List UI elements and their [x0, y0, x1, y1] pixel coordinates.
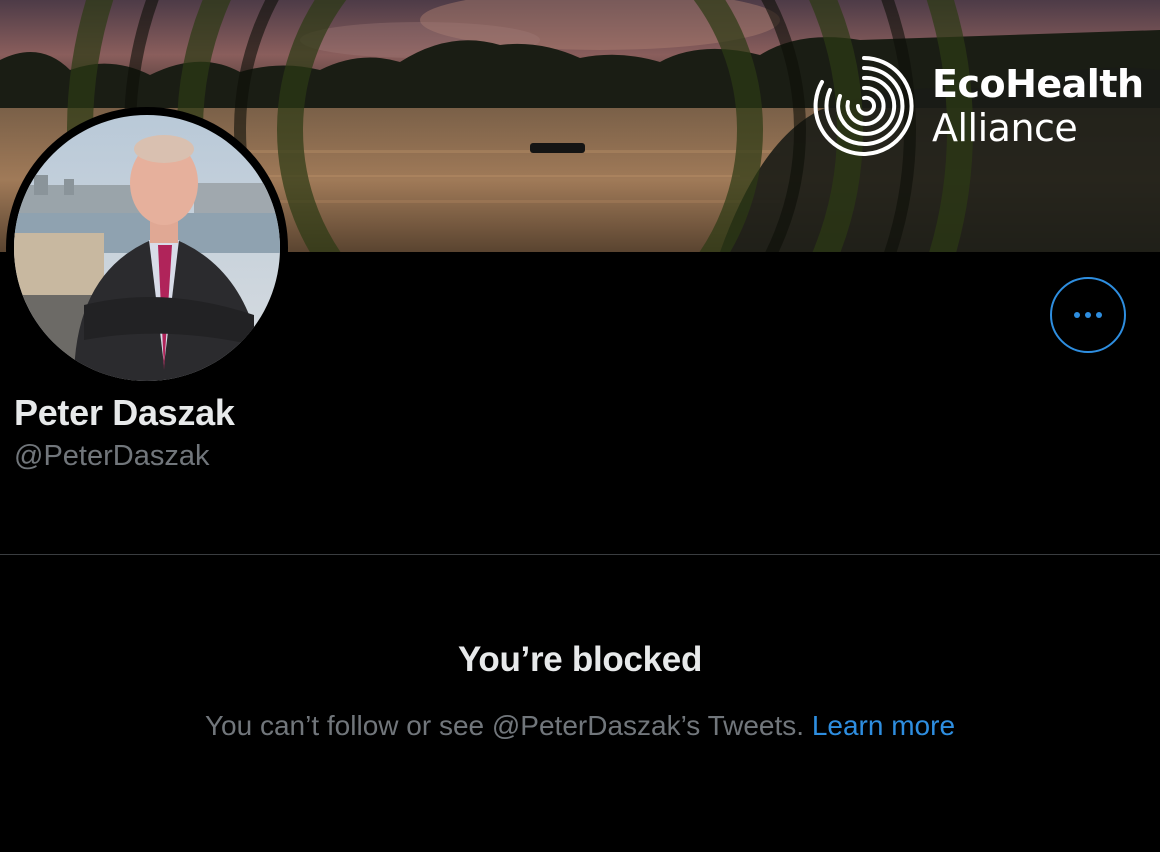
more-options-button[interactable] — [1050, 277, 1126, 353]
blocked-message: You can’t follow or see @PeterDaszak’s T… — [204, 710, 805, 741]
profile-avatar[interactable] — [6, 107, 288, 389]
learn-more-link[interactable]: Learn more — [812, 710, 955, 741]
profile-page: EcoHealth Alliance Peter Daszak @PeterDa… — [0, 0, 1160, 852]
blocked-title: You’re blocked — [457, 640, 703, 679]
profile-handle: @PeterDaszak — [14, 440, 210, 472]
ecohealth-alliance-logo: EcoHealth Alliance — [812, 52, 1152, 162]
more-horizontal-icon-dot — [1085, 312, 1091, 318]
avatar-person-image — [14, 115, 280, 381]
logo-wordmark: EcoHealth Alliance — [932, 62, 1144, 150]
ecohealth-spiral-icon — [813, 56, 914, 156]
logo-line-1: EcoHealth — [932, 62, 1144, 106]
logo-line-2: Alliance — [932, 106, 1078, 150]
blocked-message-row: You can’t follow or see @PeterDaszak’s T… — [0, 710, 1160, 742]
section-divider — [0, 554, 1160, 555]
avatar-photo — [14, 115, 280, 381]
more-horizontal-icon-dot — [1096, 312, 1102, 318]
more-horizontal-icon — [1074, 312, 1080, 318]
profile-display-name: Peter Daszak — [14, 392, 235, 433]
